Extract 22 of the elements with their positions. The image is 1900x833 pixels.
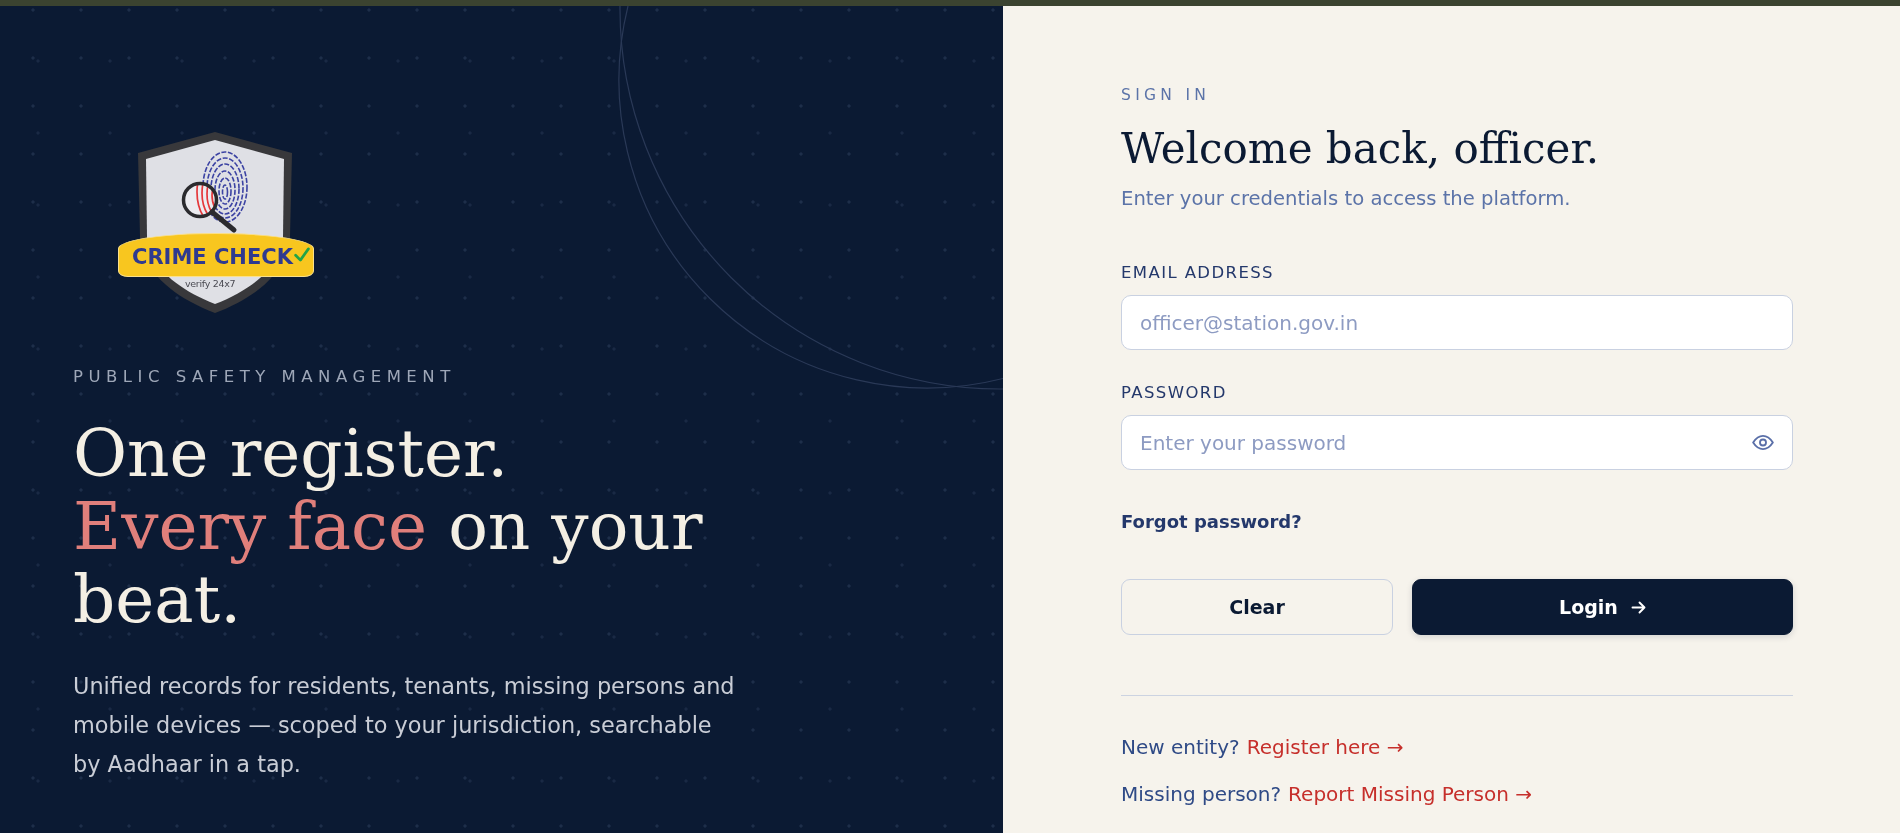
prompt-text: New entity? [1121,735,1240,759]
field-label: EMAIL ADDRESS [1121,263,1274,283]
text-link[interactable]: Report Missing Person → [1288,782,1533,806]
eye-icon[interactable] [1752,435,1774,450]
clear-button[interactable]: Clear [1121,579,1393,635]
eyebrow-text: PUBLIC SAFETY MANAGEMENT [73,367,456,387]
eyebrow-text: SIGN IN [1121,85,1211,105]
logo-tagline: verify 24x7 [185,278,236,290]
email-field[interactable]: officer@station.gov.in [1121,295,1793,350]
arrow-right-icon [1630,600,1646,614]
hero-description: Unified records for residents, tenants, missing persons and mobile devices — scoped to your jurisdiction, searchable by Aadhaar in a tap. [73,672,736,779]
prompt-text: Missing person? [1121,782,1282,806]
hero-headline: One register. Every face on your beat. [73,417,704,636]
text-link[interactable]: Register here → [1246,735,1404,759]
page-subtitle: Enter your credentials to access the platform. [1121,187,1571,211]
field-label: PASSWORD [1121,383,1227,403]
page-title: Welcome back, officer. [1121,123,1600,174]
password-field[interactable]: Enter your password [1121,415,1793,470]
forgot-password-link[interactable]: Forgot password? [1121,510,1302,534]
logo-wordmark: CRIME CHECK [132,244,293,270]
login-button[interactable]: Login [1412,579,1793,635]
tick-icon [293,246,310,262]
